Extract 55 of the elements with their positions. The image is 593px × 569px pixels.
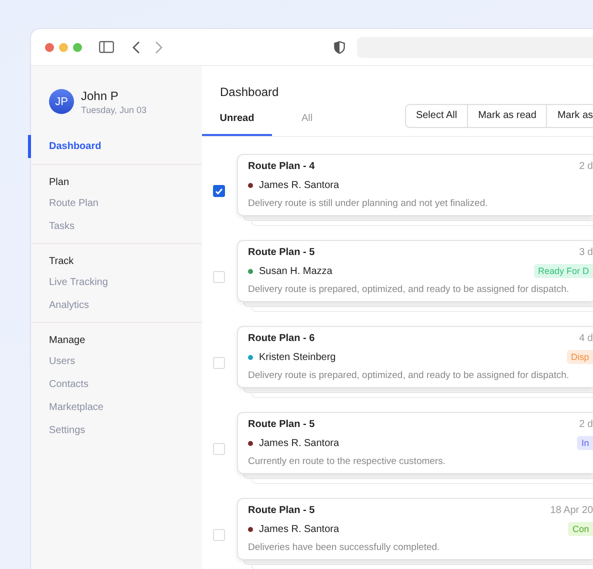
status-badge: Con	[568, 522, 593, 536]
sidebar-item[interactable]: Dashboard	[28, 135, 202, 158]
close-icon[interactable]	[45, 42, 54, 52]
card-title: Route Plan - 5	[248, 419, 315, 430]
section-heading: Plan	[48, 176, 70, 190]
person-name: James R. Santora	[259, 524, 340, 534]
sidebar-item[interactable]: Live Tracking	[28, 271, 202, 294]
route-card[interactable]: Route Plan - 5 18 Apr 20 James R. Santora Con Deliveries have been successfully completed.	[237, 498, 593, 560]
sidebar-item[interactable]: Tasks	[28, 215, 202, 238]
minimize-icon[interactable]	[59, 42, 68, 52]
person-name: James R. Santora	[259, 180, 340, 190]
sidebar-icon[interactable]	[99, 41, 114, 53]
sidebar-item[interactable]: Route Plan	[28, 192, 202, 215]
sidebar-item[interactable]: Users	[28, 350, 202, 373]
status-badge: Disp	[566, 350, 593, 364]
tab[interactable]: Unread	[202, 103, 272, 136]
tab[interactable]: All	[272, 103, 342, 136]
status-badge: Ready For D	[534, 264, 593, 278]
card-description: Deliveries have been successfully completed.	[248, 542, 441, 553]
status-badge: In	[577, 436, 593, 450]
sidebar-item[interactable]: Analytics	[28, 294, 202, 317]
card-description: Delivery route is prepared, optimized, and ready to be assigned for dispatch.	[248, 370, 570, 381]
card-time: 18 Apr 20	[550, 505, 593, 516]
route-card[interactable]: Route Plan - 5 3 d Susan H. Mazza Ready For D Delivery route is prepared, optimized, and ready to be assigned for dispatch.	[237, 240, 593, 302]
sidebar-item[interactable]: Settings	[28, 419, 202, 442]
card-time: 2 d	[579, 419, 593, 430]
card-description: Delivery route is prepared, optimized, and ready to be assigned for dispatch.	[248, 284, 570, 295]
card-title: Route Plan - 4	[248, 161, 315, 172]
person-name: James R. Santora	[259, 438, 340, 448]
card-description: Currently en route to the respective customers.	[248, 456, 446, 467]
sidebar-item[interactable]: Marketplace	[28, 396, 202, 419]
avatar: JP	[49, 89, 74, 114]
checkbox[interactable]	[213, 185, 225, 197]
card-title: Route Plan - 5	[248, 247, 315, 258]
person-name: Susan H. Mazza	[259, 266, 332, 276]
route-card[interactable]: Route Plan - 5 2 d James R. Santora In Currently en route to the respective customers.	[237, 412, 593, 474]
card-time: 2 d	[579, 161, 593, 172]
person-name: Kristen Steinberg	[259, 352, 336, 362]
user-name: John P	[81, 88, 120, 102]
page-title: Dashboard	[219, 84, 280, 99]
card-title: Route Plan - 5	[248, 505, 315, 516]
back-icon[interactable]	[132, 40, 140, 54]
sidebar-item[interactable]: Contacts	[28, 373, 202, 396]
section-heading: Track	[48, 255, 75, 269]
card-description: Delivery route is still under planning and not yet finalized.	[248, 198, 489, 209]
card-title: Route Plan - 6	[248, 333, 315, 344]
route-card[interactable]: Route Plan - 4 2 d James R. Santora Delivery route is still under planning and not yet finalized.	[237, 154, 593, 216]
card-time: 4 d	[579, 333, 593, 344]
user-date: Tuesday, Jun 03	[81, 104, 147, 114]
route-card[interactable]: Route Plan - 6 4 d Kristen Steinberg Disp Delivery route is prepared, optimized, and ready to be assigned for dispatch.	[237, 326, 593, 388]
card-time: 3 d	[579, 247, 593, 258]
section-heading: Manage	[48, 334, 86, 348]
forward-icon[interactable]	[155, 40, 163, 54]
shield-icon[interactable]	[334, 40, 345, 54]
maximize-icon[interactable]	[73, 42, 82, 52]
